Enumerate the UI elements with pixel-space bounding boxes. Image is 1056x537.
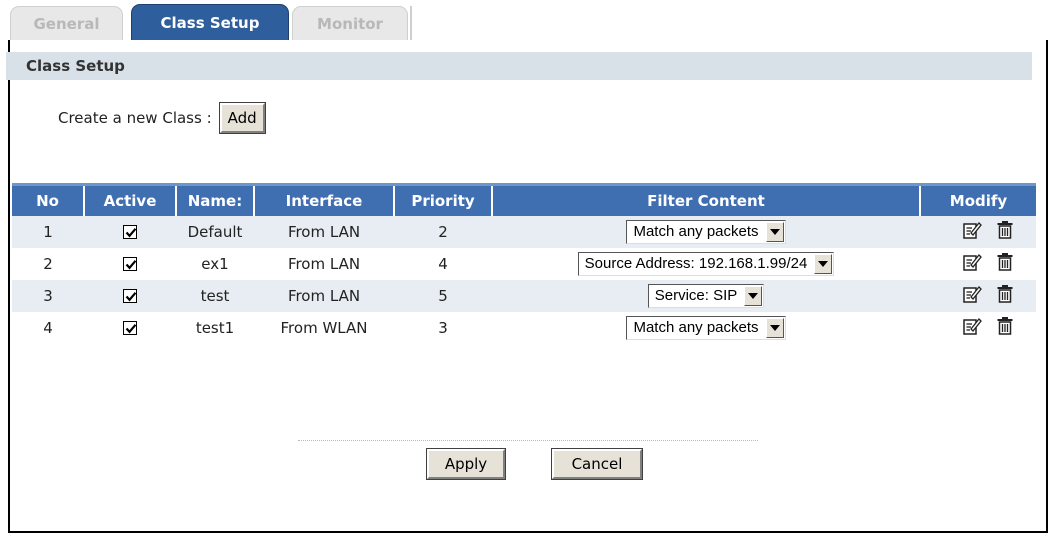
cell-name: Default: [176, 215, 254, 248]
table-row: 4 test1 From WLAN 3 Match any packets: [12, 312, 1036, 344]
header-modify: Modify: [920, 183, 1036, 216]
cell-modify: [920, 248, 1036, 280]
cell-modify: [920, 312, 1036, 344]
apply-button[interactable]: Apply: [426, 448, 506, 480]
trash-icon[interactable]: [996, 316, 1014, 340]
edit-icon[interactable]: [962, 252, 982, 276]
cell-priority: 3: [438, 318, 448, 337]
create-class-row: Create a new Class : Add: [58, 102, 266, 134]
cell-interface: From WLAN: [280, 318, 368, 337]
header-interface: Interface: [254, 183, 395, 216]
cell-name: ex1: [201, 254, 229, 273]
cell-active: [84, 312, 176, 344]
trash-icon[interactable]: [996, 220, 1014, 244]
section-title: Class Setup: [6, 52, 1032, 80]
filter-select-value: Match any packets: [633, 319, 759, 336]
trash-icon[interactable]: [996, 284, 1014, 308]
edit-icon[interactable]: [962, 220, 982, 244]
cancel-button[interactable]: Cancel: [551, 448, 643, 480]
table-header-row: No Active Name: Interface Priority Filte…: [12, 183, 1036, 216]
edit-icon[interactable]: [962, 284, 982, 308]
create-class-label: Create a new Class :: [58, 109, 212, 127]
cell-interface: From LAN: [254, 279, 394, 312]
filter-select-value: Service: SIP: [654, 287, 738, 304]
table-row: 1 Default From LAN 2 Match any packets: [12, 215, 1036, 248]
filter-select[interactable]: Service: SIP: [647, 283, 765, 308]
filter-select[interactable]: Match any packets: [626, 315, 786, 340]
cell-priority: 5: [394, 279, 492, 312]
edit-icon[interactable]: [962, 316, 982, 340]
cell-priority: 4: [438, 254, 448, 273]
add-button[interactable]: Add: [218, 102, 266, 134]
divider: [298, 440, 758, 441]
cell-interface: From LAN: [254, 215, 394, 248]
filter-select[interactable]: Match any packets: [626, 219, 786, 244]
active-checkbox[interactable]: [123, 257, 137, 271]
cell-no: 3: [12, 279, 84, 312]
chevron-down-icon[interactable]: [744, 285, 763, 306]
cell-filter-content: Source Address: 192.168.1.99/24: [492, 248, 920, 280]
cell-no: 4: [43, 318, 53, 337]
active-checkbox[interactable]: [123, 289, 137, 303]
header-priority: Priority: [394, 183, 493, 216]
cell-modify: [920, 215, 1036, 248]
cell-no: 1: [12, 215, 84, 248]
filter-select[interactable]: Source Address: 192.168.1.99/24: [577, 251, 835, 276]
cell-filter-content: Match any packets: [492, 312, 920, 344]
cell-filter-content: Match any packets: [492, 215, 920, 248]
header-active: Active: [84, 183, 177, 216]
chevron-down-icon[interactable]: [765, 317, 784, 338]
cell-active: [84, 215, 176, 248]
chevron-down-icon[interactable]: [765, 221, 784, 242]
filter-select-value: Match any packets: [633, 223, 759, 240]
table-row: 2 ex1 From LAN 4 Source Address: 192.168.1.9…: [12, 248, 1036, 280]
trash-icon[interactable]: [996, 252, 1014, 276]
header-name: Name:: [176, 183, 255, 216]
header-filter-content: Filter Content: [492, 183, 921, 216]
filter-select-value: Source Address: 192.168.1.99/24: [584, 255, 808, 272]
cell-modify: [920, 279, 1036, 312]
tab-bar: General Class Setup Monitor: [0, 0, 1056, 40]
cell-no: 2: [43, 254, 53, 273]
table-row: 3 test From LAN 5 Service: SIP: [12, 279, 1036, 312]
active-checkbox[interactable]: [123, 321, 137, 335]
cell-active: [84, 248, 176, 280]
tab-monitor[interactable]: Monitor: [292, 6, 408, 40]
tab-class-setup[interactable]: Class Setup: [131, 4, 289, 40]
active-checkbox[interactable]: [123, 225, 137, 239]
cell-interface: From LAN: [287, 254, 361, 273]
tab-bar-divider: [410, 6, 412, 40]
cell-active: [84, 279, 176, 312]
cell-filter-content: Service: SIP: [492, 279, 920, 312]
cell-priority: 2: [394, 215, 492, 248]
cell-name: test1: [195, 318, 235, 337]
tab-general[interactable]: General: [10, 6, 123, 40]
header-no: No: [12, 183, 85, 216]
class-table: No Active Name: Interface Priority Filte…: [12, 183, 1036, 344]
chevron-down-icon[interactable]: [814, 253, 833, 274]
cell-name: test: [176, 279, 254, 312]
